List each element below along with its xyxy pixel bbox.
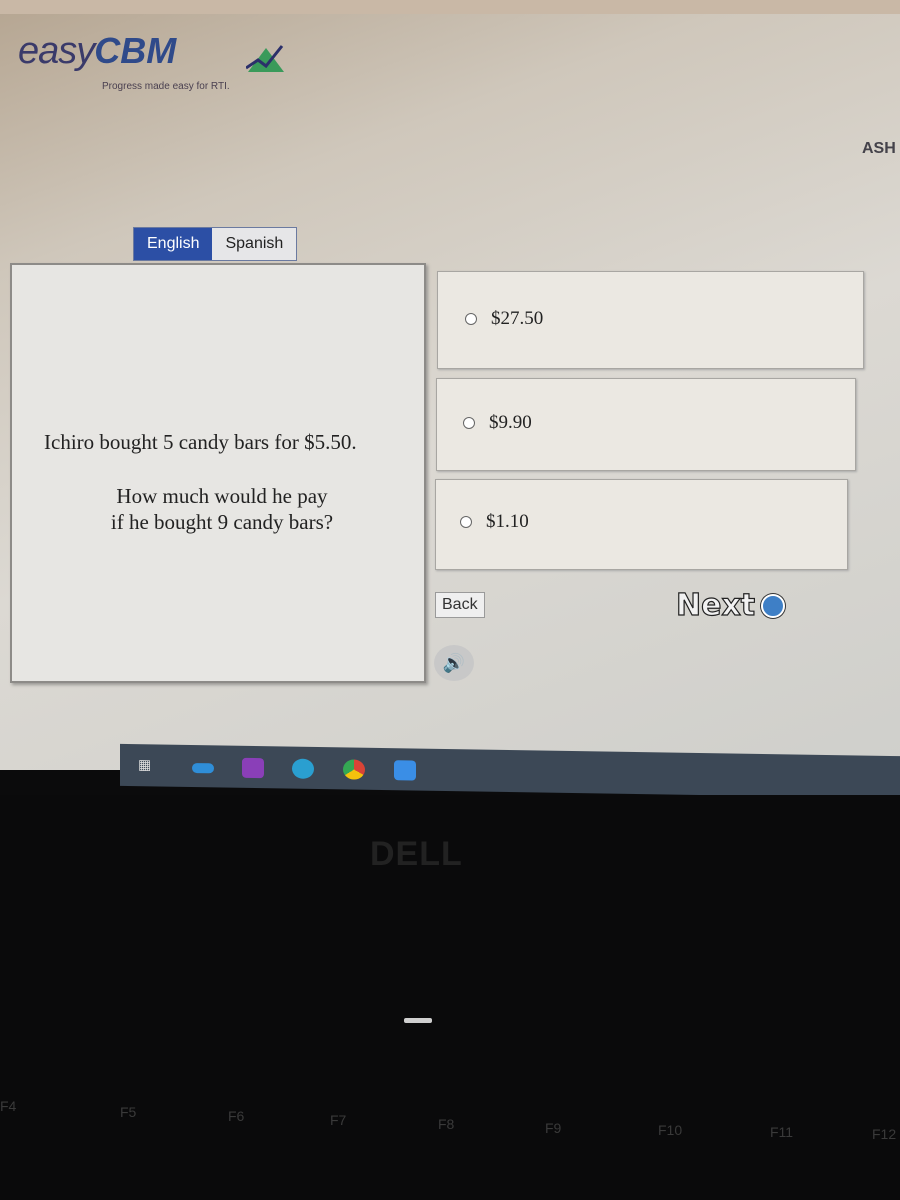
answer-choice-1[interactable]: $27.50 — [437, 271, 864, 369]
logo-easy: easy — [18, 30, 95, 72]
chrome-icon[interactable] — [343, 759, 365, 780]
key-f5: F5 — [120, 1104, 137, 1120]
zoom-icon[interactable] — [394, 760, 416, 781]
top-edge — [0, 0, 900, 14]
key-f6: F6 — [228, 1108, 245, 1124]
back-button[interactable]: Back — [435, 592, 485, 618]
next-label: Next — [675, 587, 756, 623]
answer-choice-2[interactable]: $9.90 — [436, 378, 856, 471]
logo-mountain-icon — [246, 45, 284, 72]
speaker-icon[interactable]: 🔊 — [434, 645, 474, 681]
question-panel: Ichiro bought 5 candy bars for $5.50. Ho… — [10, 263, 426, 683]
logo-cbm: CBM — [94, 30, 177, 71]
key-f9: F9 — [545, 1120, 562, 1136]
key-f4: F4 — [0, 1098, 17, 1114]
choice-label: $27.50 — [491, 308, 544, 329]
key-f7: F7 — [330, 1112, 347, 1128]
key-f8: F8 — [438, 1116, 455, 1132]
dell-logo: DELL — [370, 835, 463, 873]
tagline: Progress made easy for RTI. — [102, 81, 230, 92]
key-f12: F12 — [872, 1126, 897, 1142]
key-f10: F10 — [658, 1122, 683, 1138]
radio-button[interactable] — [460, 516, 472, 528]
radio-button[interactable] — [463, 417, 475, 429]
answer-choice-3[interactable]: $1.10 — [435, 479, 848, 570]
tab-spanish[interactable]: Spanish — [212, 228, 297, 260]
language-tabs: English Spanish — [133, 227, 298, 261]
windows-taskbar: ▦ — [120, 743, 900, 799]
onedrive-icon[interactable] — [192, 763, 214, 774]
radio-button[interactable] — [465, 313, 477, 325]
choice-label: $9.90 — [489, 412, 532, 433]
task-view-icon[interactable]: ▦ — [138, 756, 160, 776]
browser-screen: easyCBM Progress made easy for RTI. ASH … — [0, 0, 900, 799]
question-prompt: How much would he pay if he bought 9 can… — [12, 483, 432, 535]
tab-english[interactable]: English — [134, 228, 213, 260]
edge-icon[interactable] — [292, 758, 314, 779]
question-line-3: if he bought 9 candy bars? — [110, 510, 334, 534]
question-text: Ichiro bought 5 candy bars for $5.50. — [44, 430, 357, 454]
question-line-2: How much would he pay — [116, 484, 328, 508]
key-f11: F11 — [770, 1124, 794, 1140]
next-button[interactable]: Next — [675, 587, 786, 624]
choice-label: $1.10 — [486, 511, 529, 532]
bezel-notch — [404, 1018, 432, 1023]
easycbm-logo: easyCBM — [18, 30, 284, 73]
onenote-icon[interactable] — [242, 757, 264, 779]
next-arrow-icon — [761, 593, 786, 618]
user-name: ASH — [862, 140, 896, 157]
